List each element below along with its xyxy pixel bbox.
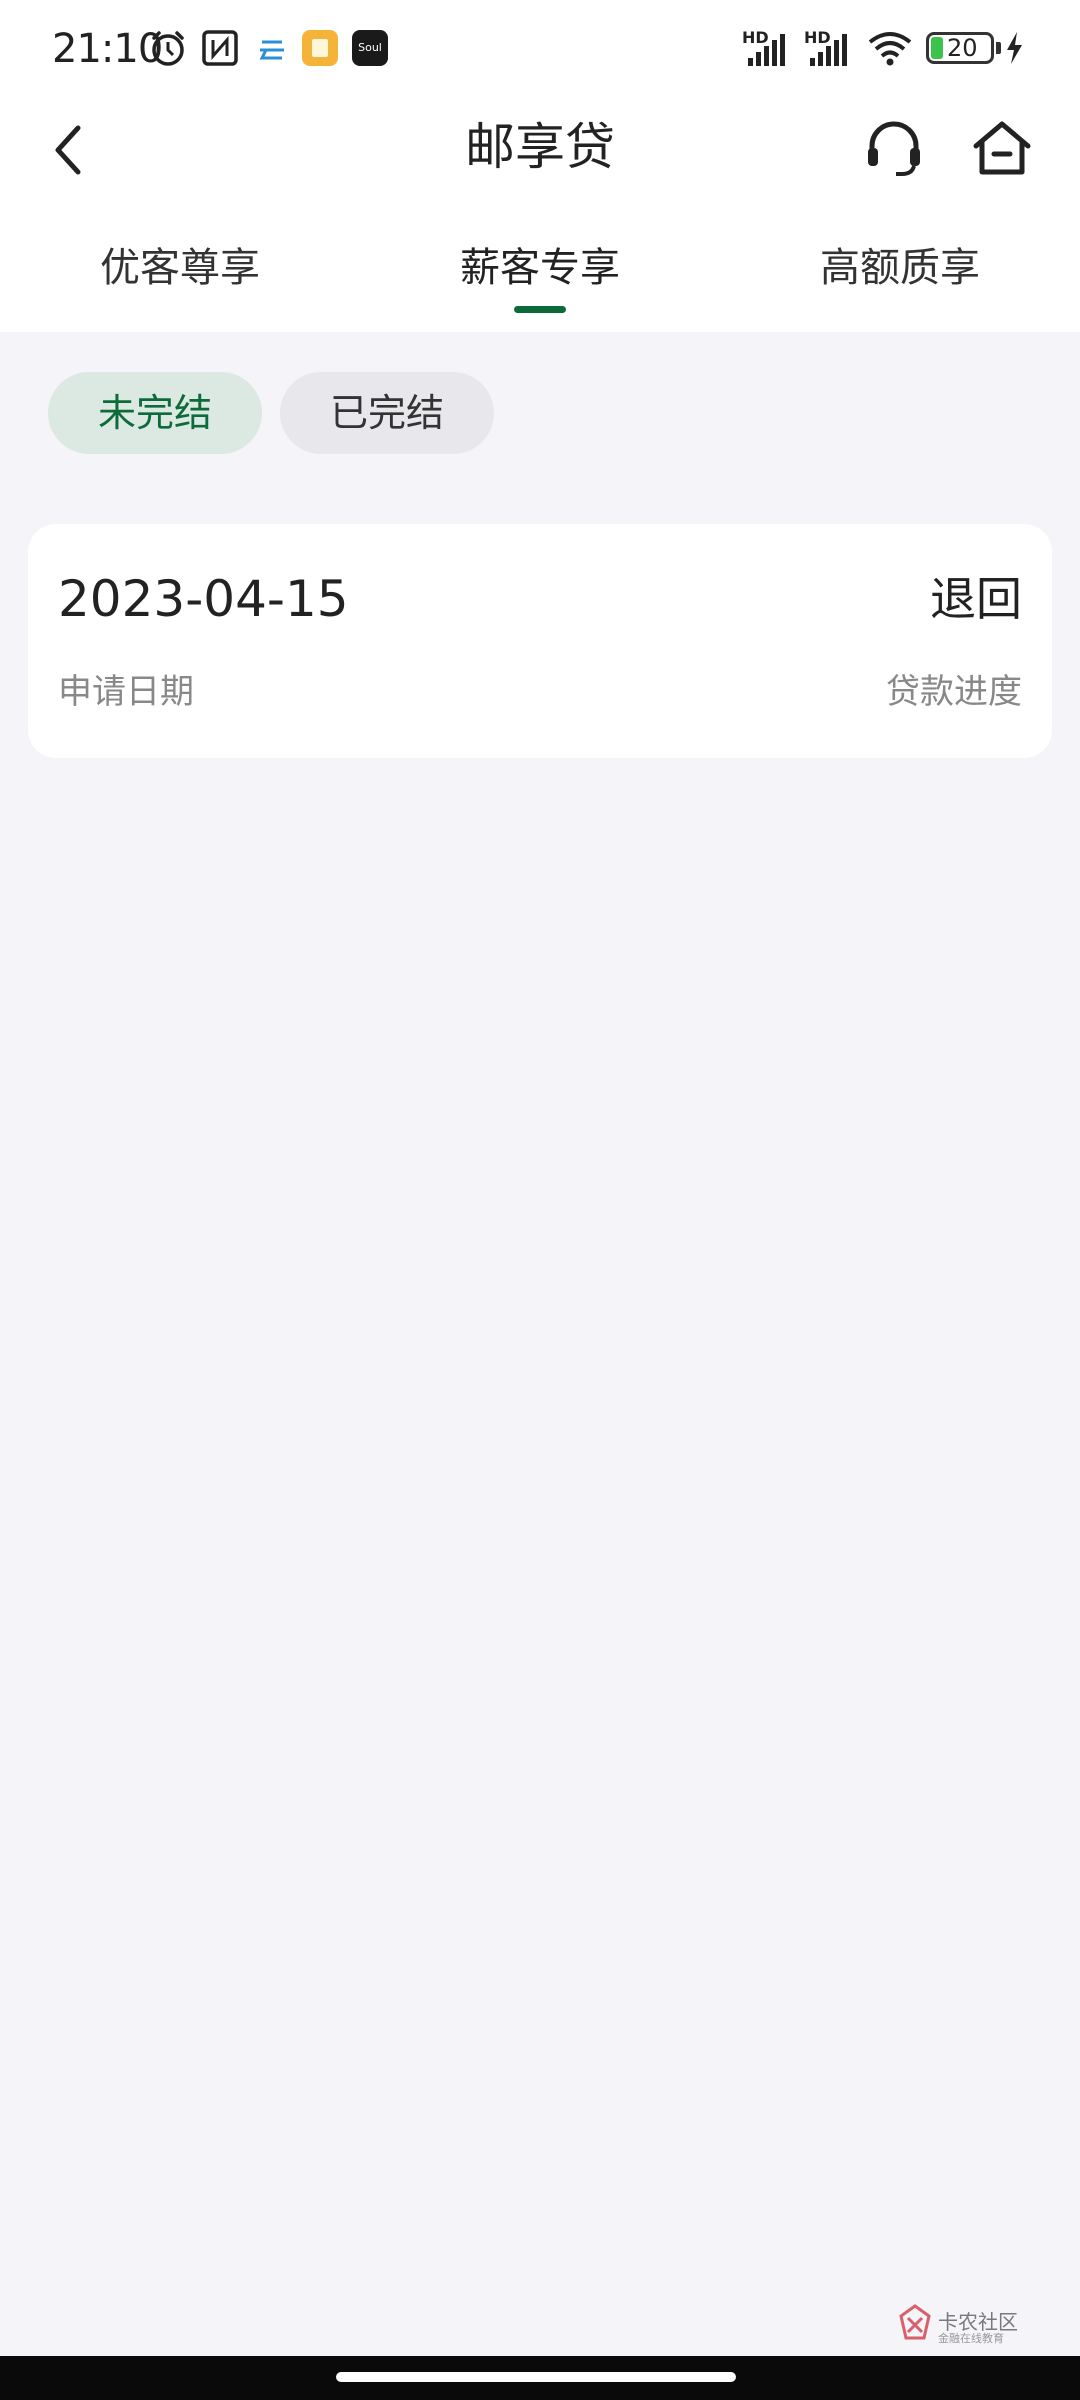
home-button[interactable] — [964, 108, 1040, 188]
notes-app-icon — [302, 30, 338, 66]
tab-youke[interactable]: 优客尊享 — [50, 240, 310, 296]
battery-level: 20 — [947, 34, 978, 62]
system-navigation-bar — [0, 2356, 1080, 2400]
nav-bar: 邮享贷 — [0, 96, 1080, 206]
status-bar: 21:10 Soul HD HD 20 — [0, 0, 1080, 96]
home-indicator[interactable] — [336, 2372, 736, 2382]
headset-icon — [868, 121, 920, 176]
watermark-subtitle: 金融在线教育 — [938, 2332, 1004, 2345]
filter-unfinished-chip[interactable]: 未完结 — [48, 372, 262, 454]
home-icon — [973, 121, 1031, 175]
charging-icon — [1007, 32, 1022, 64]
cloud-app-icon — [259, 40, 284, 60]
active-tab-indicator — [514, 306, 566, 313]
filter-finished-chip[interactable]: 已完结 — [280, 372, 494, 454]
tab-xinke[interactable]: 薪客专享 — [410, 240, 670, 296]
loan-status: 退回 — [930, 572, 1022, 626]
loan-record-card[interactable]: 2023-04-15 退回 申请日期 贷款进度 — [28, 524, 1052, 758]
loan-progress-label: 贷款进度 — [886, 672, 1022, 712]
status-time: 21:10 — [52, 26, 163, 72]
tab-gaoe[interactable]: 高额质享 — [770, 240, 1030, 296]
nfc-icon — [202, 30, 238, 66]
application-date-label: 申请日期 — [58, 672, 194, 712]
battery-icon: 20 — [926, 32, 994, 64]
application-date: 2023-04-15 — [58, 570, 349, 628]
wifi-icon — [868, 32, 912, 66]
signal-icon-2 — [810, 34, 847, 66]
soul-app-icon: Soul — [352, 30, 388, 66]
alarm-icon — [152, 31, 184, 66]
product-tabs: 优客尊享 薪客专享 高额质享 — [0, 220, 1080, 320]
watermark: 卡农社区 金融在线教育 — [898, 2304, 1024, 2346]
customer-service-button[interactable] — [858, 108, 930, 188]
signal-icon — [748, 34, 785, 66]
watermark-logo-icon — [899, 2304, 931, 2340]
